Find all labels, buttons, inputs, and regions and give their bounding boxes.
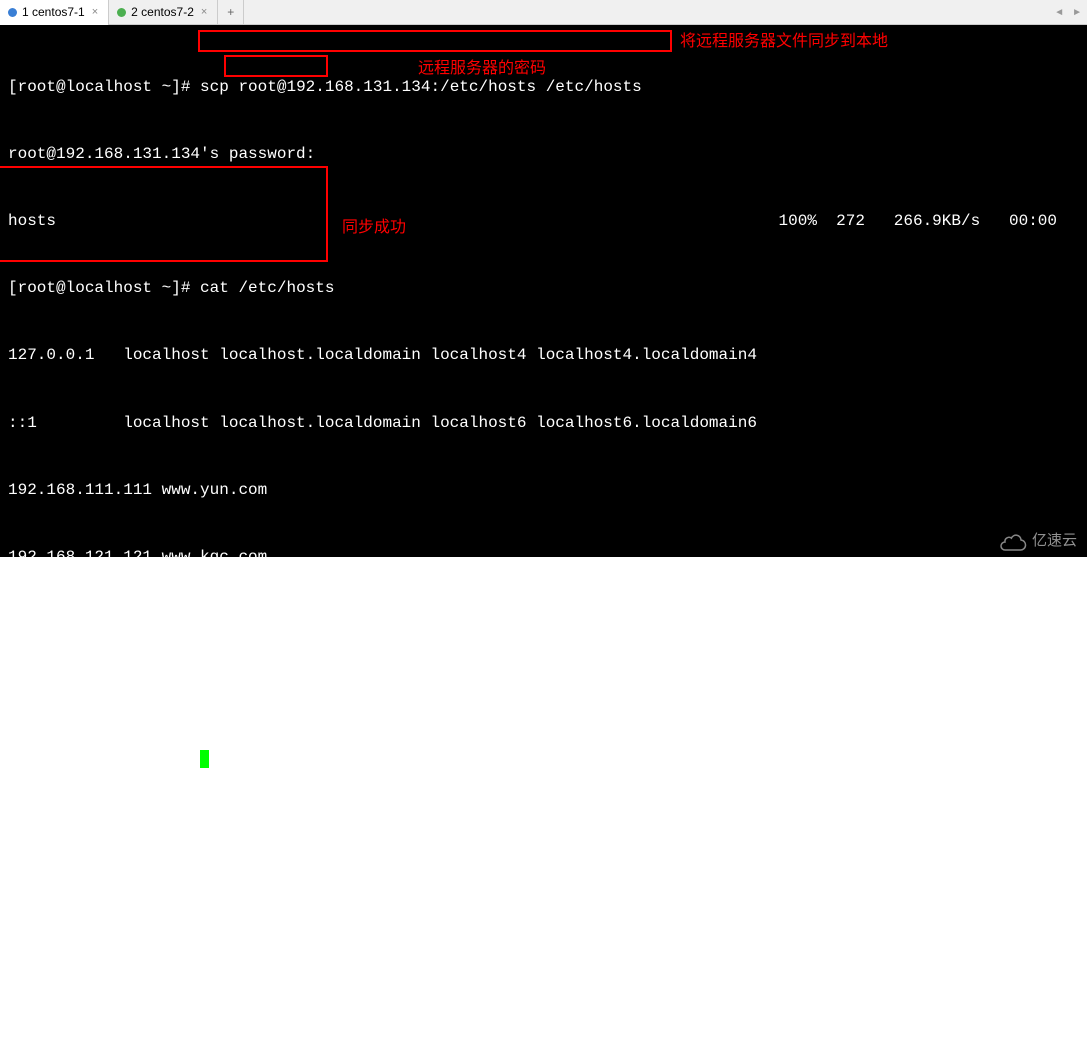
file-name: hosts — [8, 210, 56, 232]
plus-icon: + — [227, 5, 234, 19]
hosts-entry: ::1 localhost localhost.localdomain loca… — [8, 414, 757, 432]
close-icon[interactable]: × — [90, 6, 100, 18]
tab-nav-left-icon[interactable]: ◄ — [1051, 5, 1067, 20]
terminal-line: [root@localhost ~]# cat /etc/hosts — [8, 277, 1079, 299]
annotation-box-password — [224, 55, 328, 77]
watermark: 亿速云 — [998, 530, 1077, 551]
hosts-entry: 192.168.141.141 www.bash.com — [8, 682, 277, 700]
status-dot-icon — [8, 8, 17, 17]
terminal-line: 192.168.131.131 www.bdqn.com — [8, 613, 1079, 635]
annotation-box-scp — [198, 30, 672, 52]
tab-label: 1 centos7-1 — [22, 5, 85, 19]
hosts-entry: 192.168.131.131 www.bdqn.com — [8, 615, 277, 633]
cursor-icon — [200, 750, 209, 768]
terminal-line: 192.168.141.141 www.bash.com — [8, 680, 1079, 702]
command-scp: scp root@192.168.131.134:/etc/hosts /etc… — [200, 78, 642, 96]
hosts-entry: 192.168.111.111 www.yun.com — [8, 481, 267, 499]
terminal-line: [root@localhost ~]# — [8, 748, 1079, 770]
hosts-entry: 127.0.0.1 localhost localhost.localdomai… — [8, 346, 757, 364]
prompt: [root@localhost ~]# — [8, 279, 190, 297]
prompt: [root@localhost ~]# — [8, 78, 190, 96]
cloud-icon — [998, 531, 1028, 551]
status-dot-icon — [117, 8, 126, 17]
terminal-line: ::1 localhost localhost.localdomain loca… — [8, 412, 1079, 434]
terminal-line: [root@localhost ~]# scp root@192.168.131… — [8, 76, 1079, 98]
new-tab-button[interactable]: + — [218, 0, 244, 25]
terminal[interactable]: [root@localhost ~]# scp root@192.168.131… — [0, 25, 1087, 557]
terminal-line: 192.168.111.111 www.yun.com — [8, 479, 1079, 501]
tab-label: 2 centos7-2 — [131, 5, 194, 19]
tab-centos7-2[interactable]: 2 centos7-2 × — [109, 0, 218, 25]
terminal-line: 192.168.121.121 www.kgc.com — [8, 546, 1079, 568]
terminal-line: hosts 100% 272 266.9KB/s 00:00 — [8, 210, 1079, 232]
password-label: password: — [229, 145, 315, 163]
terminal-line: 127.0.0.1 localhost localhost.localdomai… — [8, 344, 1079, 366]
command-cat: cat /etc/hosts — [200, 279, 334, 297]
annotation-scp: 将远程服务器文件同步到本地 — [680, 31, 888, 53]
tab-nav-controls: ◄ ► — [1051, 0, 1085, 25]
prompt: [root@localhost ~]# — [8, 750, 190, 768]
transfer-stats: 100% 272 266.9KB/s 00:00 — [779, 210, 1057, 232]
tab-centos7-1[interactable]: 1 centos7-1 × — [0, 0, 109, 25]
close-icon[interactable]: × — [199, 6, 209, 18]
tab-nav-right-icon[interactable]: ► — [1069, 5, 1085, 20]
watermark-text: 亿速云 — [1032, 530, 1077, 551]
terminal-line: root@192.168.131.134's password: — [8, 143, 1079, 165]
tab-bar: 1 centos7-1 × 2 centos7-2 × + ◄ ► — [0, 0, 1087, 25]
pw-prefix: root@192.168.131.134's — [8, 145, 229, 163]
